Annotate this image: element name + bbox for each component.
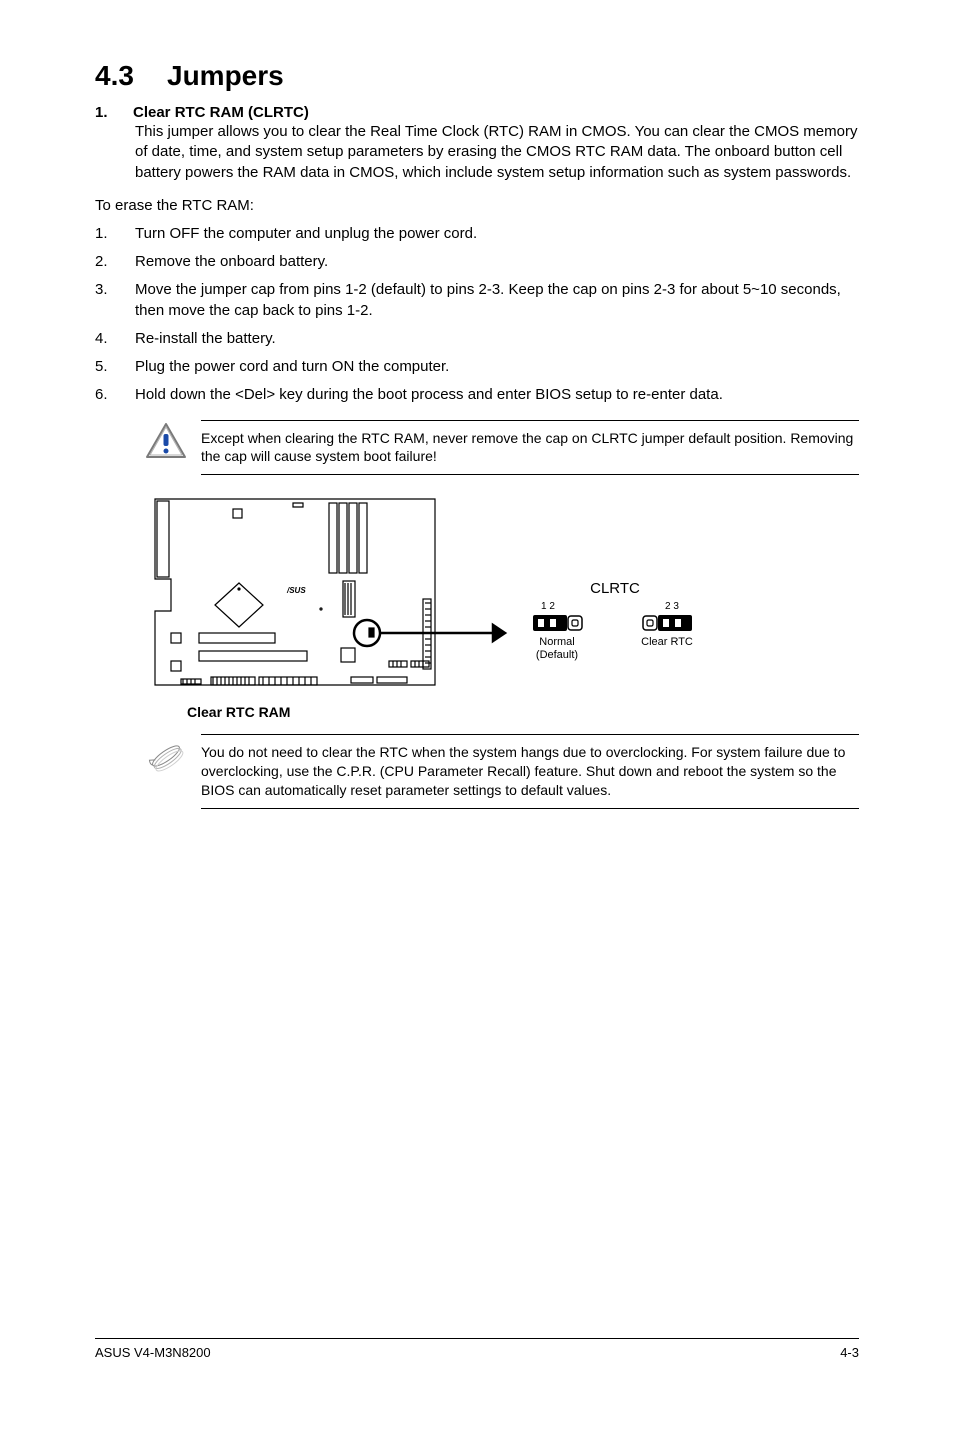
step-num: 3. [95, 280, 135, 321]
clear-label: Clear RTC [641, 636, 693, 648]
step-text: Remove the onboard battery. [135, 252, 328, 272]
note-text: You do not need to clear the RTC when th… [201, 734, 859, 809]
list-item: 2.Remove the onboard battery. [95, 252, 859, 272]
step-num: 5. [95, 357, 135, 377]
list-item: 5.Plug the power cord and turn ON the co… [95, 357, 859, 377]
note-icon [145, 736, 187, 781]
intro-line: To erase the RTC RAM: [95, 197, 859, 214]
footer-right: 4-3 [840, 1345, 859, 1360]
pins-23: 2 3 [665, 601, 679, 612]
footer-left: ASUS V4-M3N8200 [95, 1345, 211, 1360]
step-num: 6. [95, 385, 135, 405]
steps-list: 1.Turn OFF the computer and unplug the p… [95, 224, 859, 406]
item-header: 1.Clear RTC RAM (CLRTC) [95, 104, 859, 122]
list-item: 1.Turn OFF the computer and unplug the p… [95, 224, 859, 244]
step-num: 4. [95, 329, 135, 349]
section-number: 4.3 [95, 60, 167, 92]
list-item: 3.Move the jumper cap from pins 1-2 (def… [95, 280, 859, 321]
diagram: /SUS [145, 493, 859, 698]
step-text: Turn OFF the computer and unplug the pow… [135, 224, 477, 244]
normal-label-1: Normal [539, 636, 574, 648]
diagram-caption: Clear RTC RAM [187, 704, 859, 720]
page: 4.3Jumpers 1.Clear RTC RAM (CLRTC) This … [0, 0, 954, 1400]
section-name: Jumpers [167, 60, 284, 91]
step-num: 2. [95, 252, 135, 272]
list-item: 6.Hold down the <Del> key during the boo… [95, 385, 859, 405]
svg-text:/SUS: /SUS [286, 586, 306, 595]
section-title: 4.3Jumpers [95, 60, 859, 92]
item-number: 1. [95, 104, 133, 121]
step-text: Move the jumper cap from pins 1-2 (defau… [135, 280, 859, 321]
step-text: Hold down the <Del> key during the boot … [135, 385, 723, 405]
footer: ASUS V4-M3N8200 4-3 [95, 1338, 859, 1360]
clrtc-title: CLRTC [590, 580, 640, 597]
step-num: 1. [95, 224, 135, 244]
step-text: Plug the power cord and turn ON the comp… [135, 357, 449, 377]
caution-text: Except when clearing the RTC RAM, never … [201, 420, 859, 476]
item-label: Clear RTC RAM (CLRTC) [133, 104, 309, 121]
item-body: This jumper allows you to clear the Real… [135, 122, 859, 183]
note-callout: You do not need to clear the RTC when th… [145, 734, 859, 809]
caution-callout: Except when clearing the RTC RAM, never … [145, 420, 859, 476]
caution-icon [145, 422, 187, 465]
list-item: 4.Re-install the battery. [95, 329, 859, 349]
normal-label-2: (Default) [536, 649, 578, 661]
step-text: Re-install the battery. [135, 329, 276, 349]
pins-12: 1 2 [541, 601, 555, 612]
